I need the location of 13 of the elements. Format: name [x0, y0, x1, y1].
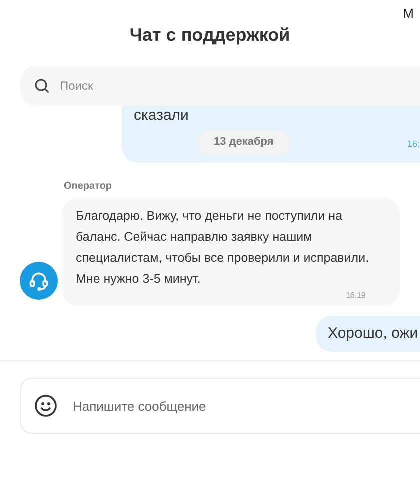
message-text: Благодарю. Вижу, что деньги не поступили на баланс. Сейчас направлю заявку нашим специалистам, чтобы все проверили и исправили. Мне нужно 3-5 минут. [76, 208, 370, 288]
corner-text: M [403, 5, 414, 23]
smiley-icon[interactable] [34, 394, 58, 418]
message-text: Хорошо, ожи [328, 324, 420, 344]
message-text: сказали [134, 106, 190, 126]
search-field[interactable]: Поиск [20, 66, 420, 106]
page-title: Чат с поддержкой [128, 24, 292, 47]
sender-name: Оператор [64, 180, 114, 194]
search-icon [33, 77, 51, 95]
message-time: 16: [407, 138, 420, 150]
date-chip: 13 декабря [198, 130, 290, 154]
message-input[interactable]: Напишите сообщение [20, 378, 420, 434]
message-time: 16:19 [346, 290, 366, 302]
